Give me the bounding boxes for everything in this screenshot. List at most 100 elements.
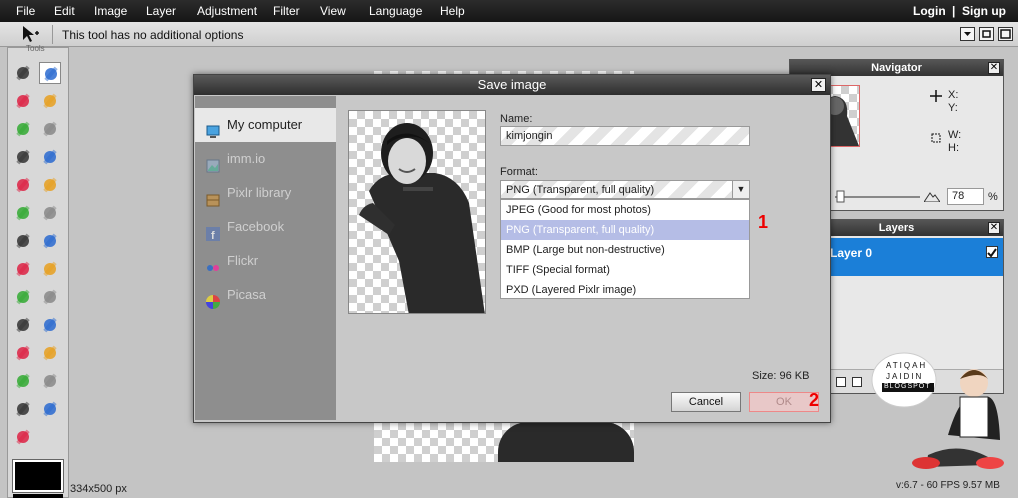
pencil-icon[interactable]	[39, 118, 61, 140]
destination-immio[interactable]: imm.io	[195, 142, 336, 176]
move-icon[interactable]	[39, 62, 61, 84]
library-icon	[206, 186, 220, 207]
annotation-2: 2	[809, 390, 820, 410]
minimize-button[interactable]	[960, 27, 975, 41]
sticker-line2: JAIDIN	[886, 372, 924, 381]
menu-separator: |	[952, 4, 956, 18]
image-preview	[348, 110, 486, 314]
destination-facebook[interactable]: f Facebook	[195, 210, 336, 244]
menu-filter[interactable]: Filter	[273, 4, 300, 18]
navigator-close-button[interactable]: ✕	[988, 62, 1000, 74]
bloat-icon[interactable]	[39, 342, 61, 364]
zoom-mountain-icon	[923, 190, 941, 205]
tools-label: Tools	[26, 44, 45, 53]
new-layer-icon[interactable]	[852, 377, 862, 387]
picker-icon[interactable]	[39, 370, 61, 392]
crosshair-icon	[930, 90, 942, 105]
cancel-button[interactable]: Cancel	[671, 392, 741, 412]
dialog-main: Name: kimjongin Format: PNG (Transparent…	[336, 96, 830, 422]
eraser-icon[interactable]	[39, 146, 61, 168]
format-option-bmp[interactable]: BMP (Large but non-destructive)	[501, 240, 749, 260]
format-selected-value: PNG (Transparent, full quality)	[506, 184, 655, 196]
sticker-line1: ATIQAH	[886, 361, 928, 370]
image-dimensions: 334x500 px	[70, 483, 127, 495]
format-option-tiff[interactable]: TIFF (Special format)	[501, 260, 749, 280]
h-label: H:	[948, 142, 959, 154]
canvas-photo-fragment	[498, 422, 634, 462]
drawing-icon[interactable]	[12, 230, 34, 252]
layers-close-button[interactable]: ✕	[988, 222, 1000, 234]
menu-adjustment[interactable]: Adjustment	[197, 4, 257, 18]
menu-bar: File Edit Image Layer Adjustment Filter …	[0, 0, 1018, 22]
zoom-slider[interactable]	[835, 189, 920, 206]
signup-link[interactable]: Sign up	[962, 4, 1006, 18]
immio-icon	[206, 152, 220, 173]
format-dropdown-list: JPEG (Good for most photos) PNG (Transpa…	[500, 199, 750, 299]
name-input[interactable]: kimjongin	[500, 126, 750, 146]
format-option-png[interactable]: PNG (Transparent, full quality)	[501, 220, 749, 240]
navigator-title-text: Navigator	[871, 62, 922, 74]
format-option-jpeg[interactable]: JPEG (Good for most photos)	[501, 200, 749, 220]
brush-icon[interactable]	[12, 146, 34, 168]
sponge-icon[interactable]	[12, 286, 34, 308]
x-label: X:	[948, 89, 959, 101]
dodge-icon[interactable]	[39, 286, 61, 308]
restore-button[interactable]	[979, 27, 994, 41]
format-label: Format:	[500, 166, 538, 178]
sharpen-icon[interactable]	[12, 258, 34, 280]
bucket-icon[interactable]	[12, 174, 34, 196]
menu-edit[interactable]: Edit	[54, 4, 75, 18]
fullscreen-button[interactable]	[998, 27, 1013, 41]
pinch-icon[interactable]	[12, 370, 34, 392]
smudge-icon[interactable]	[39, 258, 61, 280]
dialog-close-button[interactable]: ✕	[811, 78, 826, 92]
type-icon[interactable]	[12, 398, 34, 420]
spotheal-icon[interactable]	[12, 342, 34, 364]
menu-view[interactable]: View	[320, 4, 346, 18]
y-label: Y:	[948, 102, 958, 114]
destination-flickr[interactable]: Flickr	[195, 244, 336, 278]
zoom-input[interactable]: 78	[947, 188, 984, 205]
gradient-icon[interactable]	[39, 174, 61, 196]
dialog-title: Save image	[194, 75, 830, 95]
secondary-color-swatch[interactable]	[13, 494, 63, 498]
menu-image[interactable]: Image	[94, 4, 127, 18]
wand-icon[interactable]	[12, 118, 34, 140]
lasso-icon[interactable]	[39, 90, 61, 112]
redeye-icon[interactable]	[39, 314, 61, 336]
zoom-icon[interactable]	[12, 426, 34, 448]
destination-label: imm.io	[227, 151, 266, 166]
destination-my-computer[interactable]: My computer	[195, 108, 336, 142]
options-message: This tool has no additional options	[62, 28, 244, 42]
menu-language[interactable]: Language	[369, 4, 422, 18]
crop-icon[interactable]	[12, 62, 34, 84]
version-info: v:6.7 - 60 FPS 9.57 MB	[896, 480, 1000, 491]
menu-file[interactable]: File	[16, 4, 35, 18]
file-size: Size: 96 KB	[752, 370, 810, 382]
destination-label: My computer	[227, 117, 303, 132]
chevron-down-icon[interactable]: ▼	[732, 181, 749, 198]
layer-visibility-checkbox[interactable]	[986, 246, 998, 258]
hand-icon[interactable]	[39, 398, 61, 420]
stamp-icon[interactable]	[12, 202, 34, 224]
destination-picasa[interactable]: Picasa	[195, 278, 336, 312]
blur-icon[interactable]	[39, 230, 61, 252]
menu-help[interactable]: Help	[440, 4, 465, 18]
menu-layer[interactable]: Layer	[146, 4, 176, 18]
primary-color-swatch[interactable]	[13, 460, 63, 492]
format-select[interactable]: PNG (Transparent, full quality) ▼	[500, 180, 750, 199]
annotation-1: 1	[758, 212, 769, 232]
name-label: Name:	[500, 113, 533, 125]
destination-sidebar: My computer imm.io Pixlr library f Faceb…	[195, 96, 336, 420]
marquee-icon[interactable]	[12, 90, 34, 112]
sticker-line3: BLOGSPOT	[884, 383, 931, 390]
colorreplace-icon[interactable]	[39, 202, 61, 224]
w-label: W:	[948, 129, 962, 141]
destination-pixlr-library[interactable]: Pixlr library	[195, 176, 336, 210]
options-separator	[52, 25, 53, 44]
layer-mask-icon[interactable]	[836, 377, 846, 387]
move-tool-icon	[20, 25, 40, 43]
format-option-pxd[interactable]: PXD (Layered Pixlr image)	[501, 280, 749, 300]
burn-icon[interactable]	[12, 314, 34, 336]
login-link[interactable]: Login	[913, 4, 946, 18]
